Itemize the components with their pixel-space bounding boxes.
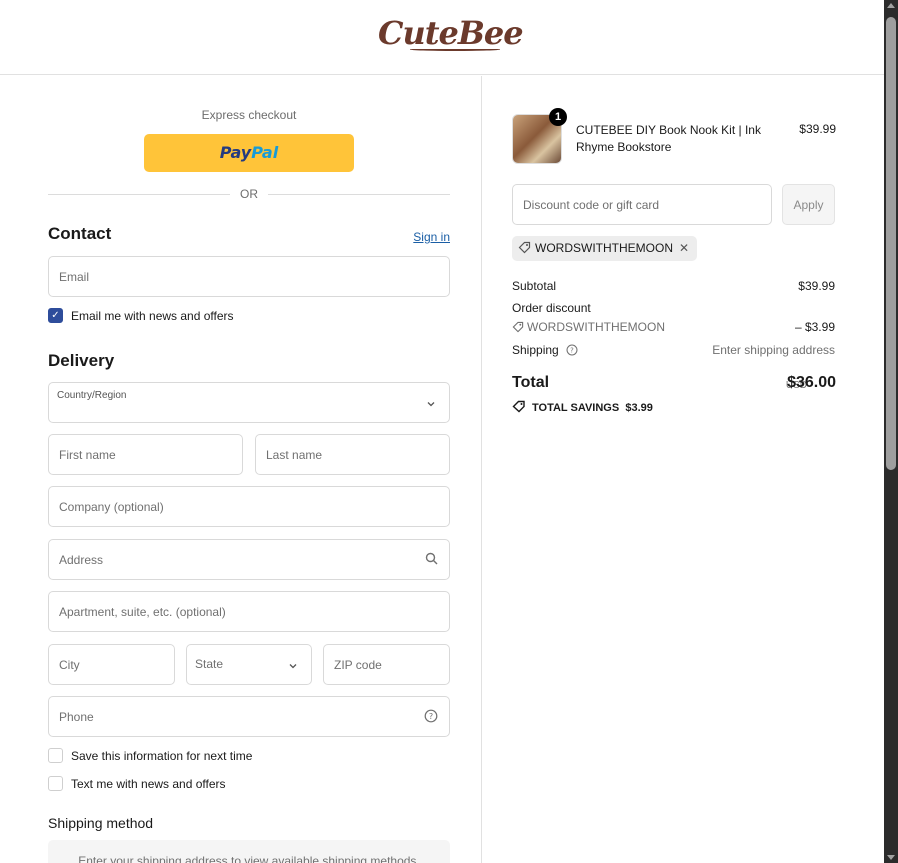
delivery-heading: Delivery [48,351,115,370]
zip-input[interactable] [324,645,449,684]
or-divider: OR [48,187,450,201]
city-field[interactable] [48,644,175,685]
applied-code-text: WORDSWITHTHEMOON [535,241,673,255]
company-field[interactable] [48,486,450,527]
apartment-input[interactable] [49,592,449,631]
chevron-down-icon [423,397,439,413]
contact-heading: Contact [48,224,112,243]
scrollbar[interactable] [884,0,898,863]
order-discount-label: Order discount [512,301,591,315]
chevron-down-icon [285,659,301,675]
product-price: $39.99 [799,122,836,136]
email-input[interactable] [49,257,449,296]
sign-in-link[interactable]: Sign in [413,230,450,244]
country-select[interactable]: Country/Region [48,382,450,423]
state-label: State [195,657,224,671]
product-name: CUTEBEE DIY Book Nook Kit | Ink Rhyme Bo… [576,123,761,154]
order-summary: 1 CUTEBEE DIY Book Nook Kit | Ink Rhyme … [482,76,884,863]
scroll-thumb[interactable] [886,17,896,470]
save-info-label: Save this information for next time [71,749,253,763]
or-line-right [268,194,450,195]
email-news-option[interactable]: ✓ Email me with news and offers [48,308,348,324]
paypal-logo-pay: Pay [219,143,252,162]
subtotal-row: Subtotal $39.99 [512,279,835,293]
discount-code-row: WORDSWITHTHEMOON – $3.99 [512,320,835,334]
total-label: Total [512,374,550,391]
savings-tag-icon [512,400,528,414]
help-icon[interactable]: ? [562,343,578,357]
product-thumbnail: 1 [512,108,567,164]
company-input[interactable] [49,487,449,526]
svg-text:?: ? [570,347,574,355]
phone-field[interactable]: ? [48,696,450,737]
remove-code-icon[interactable]: ✕ [679,236,689,261]
brand-logo[interactable]: CuteBee [378,14,524,52]
state-select[interactable]: State [186,644,312,685]
text-news-label: Text me with news and offers [71,777,226,791]
first-name-field[interactable] [48,434,243,475]
quantity-badge: 1 [549,108,567,126]
order-discount-row: Order discount [512,301,835,315]
apply-button[interactable]: Apply [782,184,835,225]
subtotal-value: $39.99 [798,279,835,293]
discount-code-text: WORDSWITHTHEMOON [527,320,665,334]
help-icon[interactable]: ? [423,709,439,725]
subtotal-label: Subtotal [512,279,557,293]
address-field[interactable] [48,539,450,580]
tag-icon [518,236,532,261]
svg-text:?: ? [429,712,433,721]
shipping-method-placeholder: Enter your shipping address to view avai… [48,840,450,863]
shipping-method-heading: Shipping method [48,815,154,831]
save-info-checkbox[interactable] [48,748,63,763]
paypal-button[interactable]: PayPal [144,134,354,172]
email-news-label: Email me with news and offers [71,309,234,323]
shipping-value: Enter shipping address [712,343,835,357]
zip-field[interactable] [323,644,450,685]
express-checkout-title: Express checkout [201,108,297,122]
last-name-field[interactable] [255,434,450,475]
email-field[interactable] [48,256,450,297]
tag-icon [512,320,527,334]
paypal-logo-pal: Pal [251,143,279,162]
email-news-checkbox[interactable]: ✓ [48,308,63,323]
address-input[interactable] [49,540,449,579]
first-name-input[interactable] [49,435,242,474]
phone-input[interactable] [49,697,449,736]
scroll-up-arrow-icon[interactable] [887,3,895,8]
savings-value: $3.99 [625,402,653,414]
last-name-input[interactable] [256,435,449,474]
applied-code-chip: WORDSWITHTHEMOON ✕ [512,236,698,261]
total-savings: TOTAL SAVINGS $3.99 [512,400,653,414]
country-label: Country/Region [57,390,127,401]
text-news-checkbox[interactable] [48,776,63,791]
city-input[interactable] [49,645,174,684]
total-value: $36.00 [787,374,836,391]
savings-label: TOTAL SAVINGS [532,402,620,414]
logo-swash [410,48,500,51]
scroll-down-arrow-icon[interactable] [887,855,895,860]
header: CuteBee [0,0,884,75]
search-icon[interactable] [423,552,439,568]
discount-field[interactable] [512,184,772,225]
save-info-option[interactable]: Save this information for next time [48,748,348,764]
apartment-field[interactable] [48,591,450,632]
text-news-option[interactable]: Text me with news and offers [48,776,348,792]
discount-input[interactable] [513,185,771,224]
checkout-form: Express checkout PayPal OR Contact Sign … [0,76,481,863]
shipping-label: Shipping [512,343,559,357]
shipping-row: Shipping ? Enter shipping address [512,343,835,357]
discount-value: – $3.99 [794,320,835,334]
